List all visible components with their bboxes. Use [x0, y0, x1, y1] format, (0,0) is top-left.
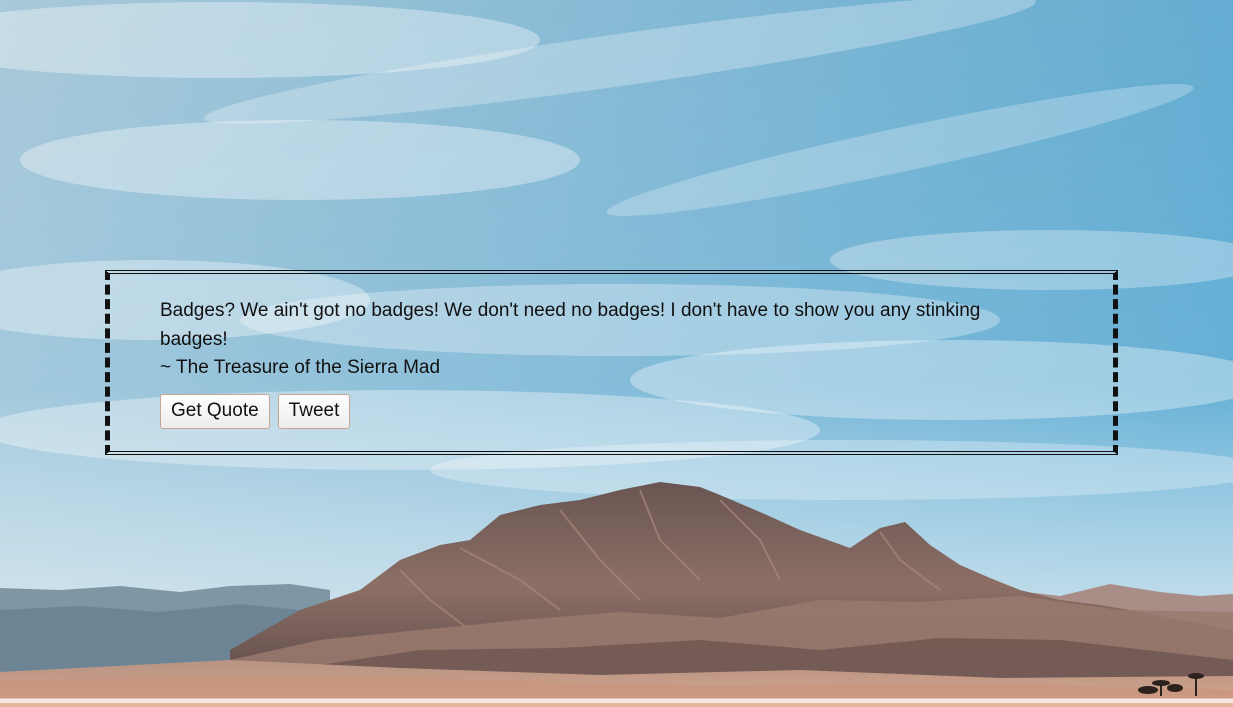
- quote-box: Badges? We ain't got no badges! We don't…: [105, 270, 1118, 455]
- page-bottom-edge: [0, 698, 1233, 707]
- tweet-button[interactable]: Tweet: [277, 393, 351, 429]
- quote-author: ~ The Treasure of the Sierra Mad: [160, 357, 441, 378]
- quote-text: Badges? We ain't got no badges! We don't…: [160, 300, 981, 350]
- button-row: Get Quote Tweet: [160, 393, 1040, 429]
- get-quote-button[interactable]: Get Quote: [160, 393, 270, 429]
- quote-content: Badges? We ain't got no badges! We don't…: [160, 297, 1040, 429]
